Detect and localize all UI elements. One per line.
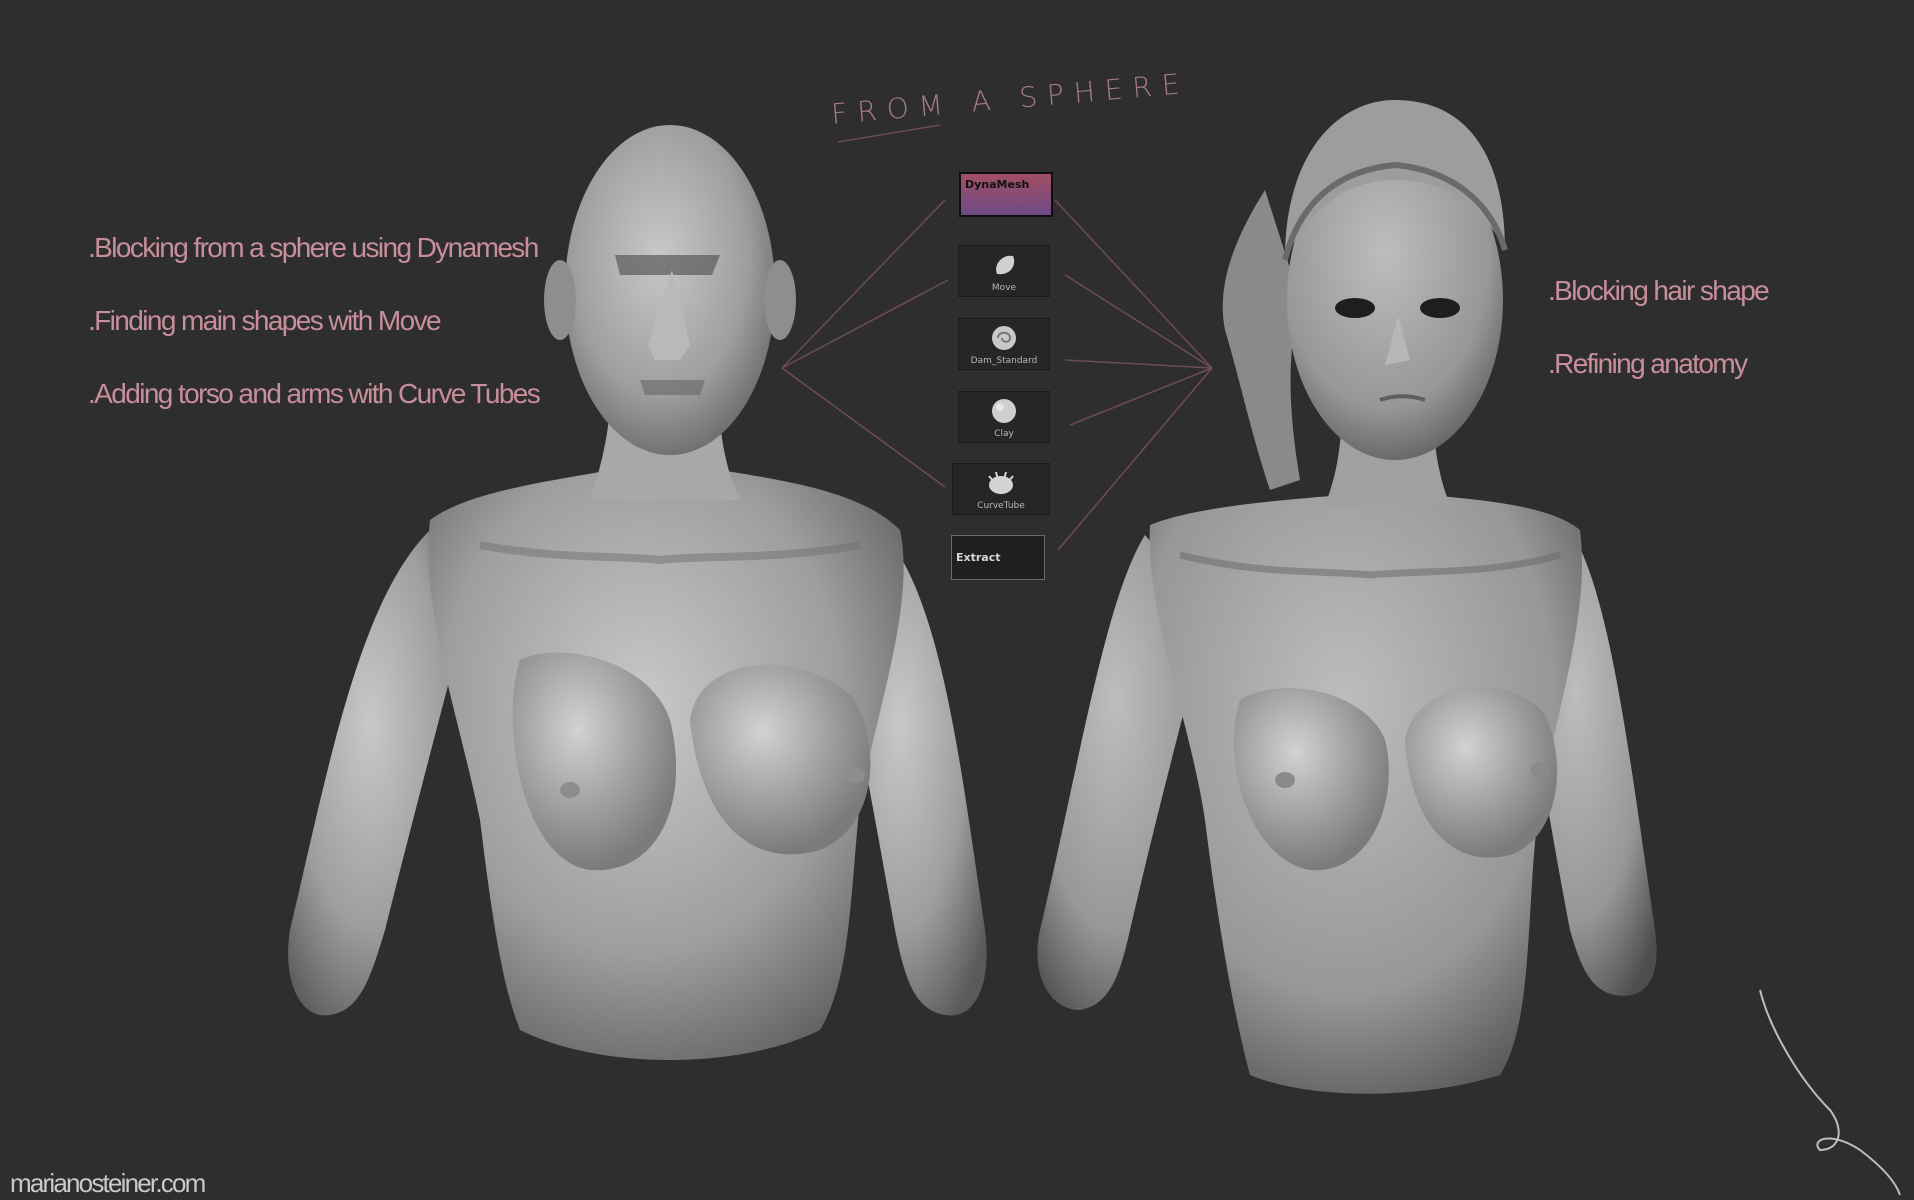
move-brush-icon (996, 255, 1015, 275)
brush-curvetube[interactable]: CurveTube (952, 463, 1050, 515)
brush-move[interactable]: Move (958, 245, 1050, 297)
signature (1759, 989, 1901, 1196)
brush-label-clay: Clay (994, 429, 1014, 439)
refined-sculpt (1037, 100, 1657, 1094)
brush-label-curvetube: CurveTube (977, 501, 1025, 511)
brush-label-dam-standard: Dam_Standard (970, 356, 1038, 366)
dynamesh-button[interactable]: DynaMesh (959, 172, 1053, 217)
note-torso-arms: .Adding torso and arms with Curve Tubes (88, 378, 541, 409)
clay-brush-icon (992, 399, 1016, 423)
dam-standard-brush-icon (992, 326, 1016, 350)
brush-clay[interactable]: Clay (958, 391, 1050, 443)
note-refining-anatomy: .Refining anatomy (1548, 348, 1748, 379)
brush-dam-standard[interactable]: Dam_Standard (958, 318, 1050, 370)
extract-button[interactable]: Extract (951, 535, 1045, 580)
sculpt-canvas (288, 100, 1901, 1196)
curvetube-brush-icon (988, 471, 1014, 494)
note-blocking-sphere: .Blocking from a sphere using Dynamesh (88, 232, 539, 263)
brush-label-move: Move (991, 283, 1017, 293)
website-watermark: marianosteiner.com (10, 1168, 206, 1198)
note-main-shapes: .Finding main shapes with Move (88, 305, 442, 336)
note-hair-shape: .Blocking hair shape (1548, 275, 1770, 306)
